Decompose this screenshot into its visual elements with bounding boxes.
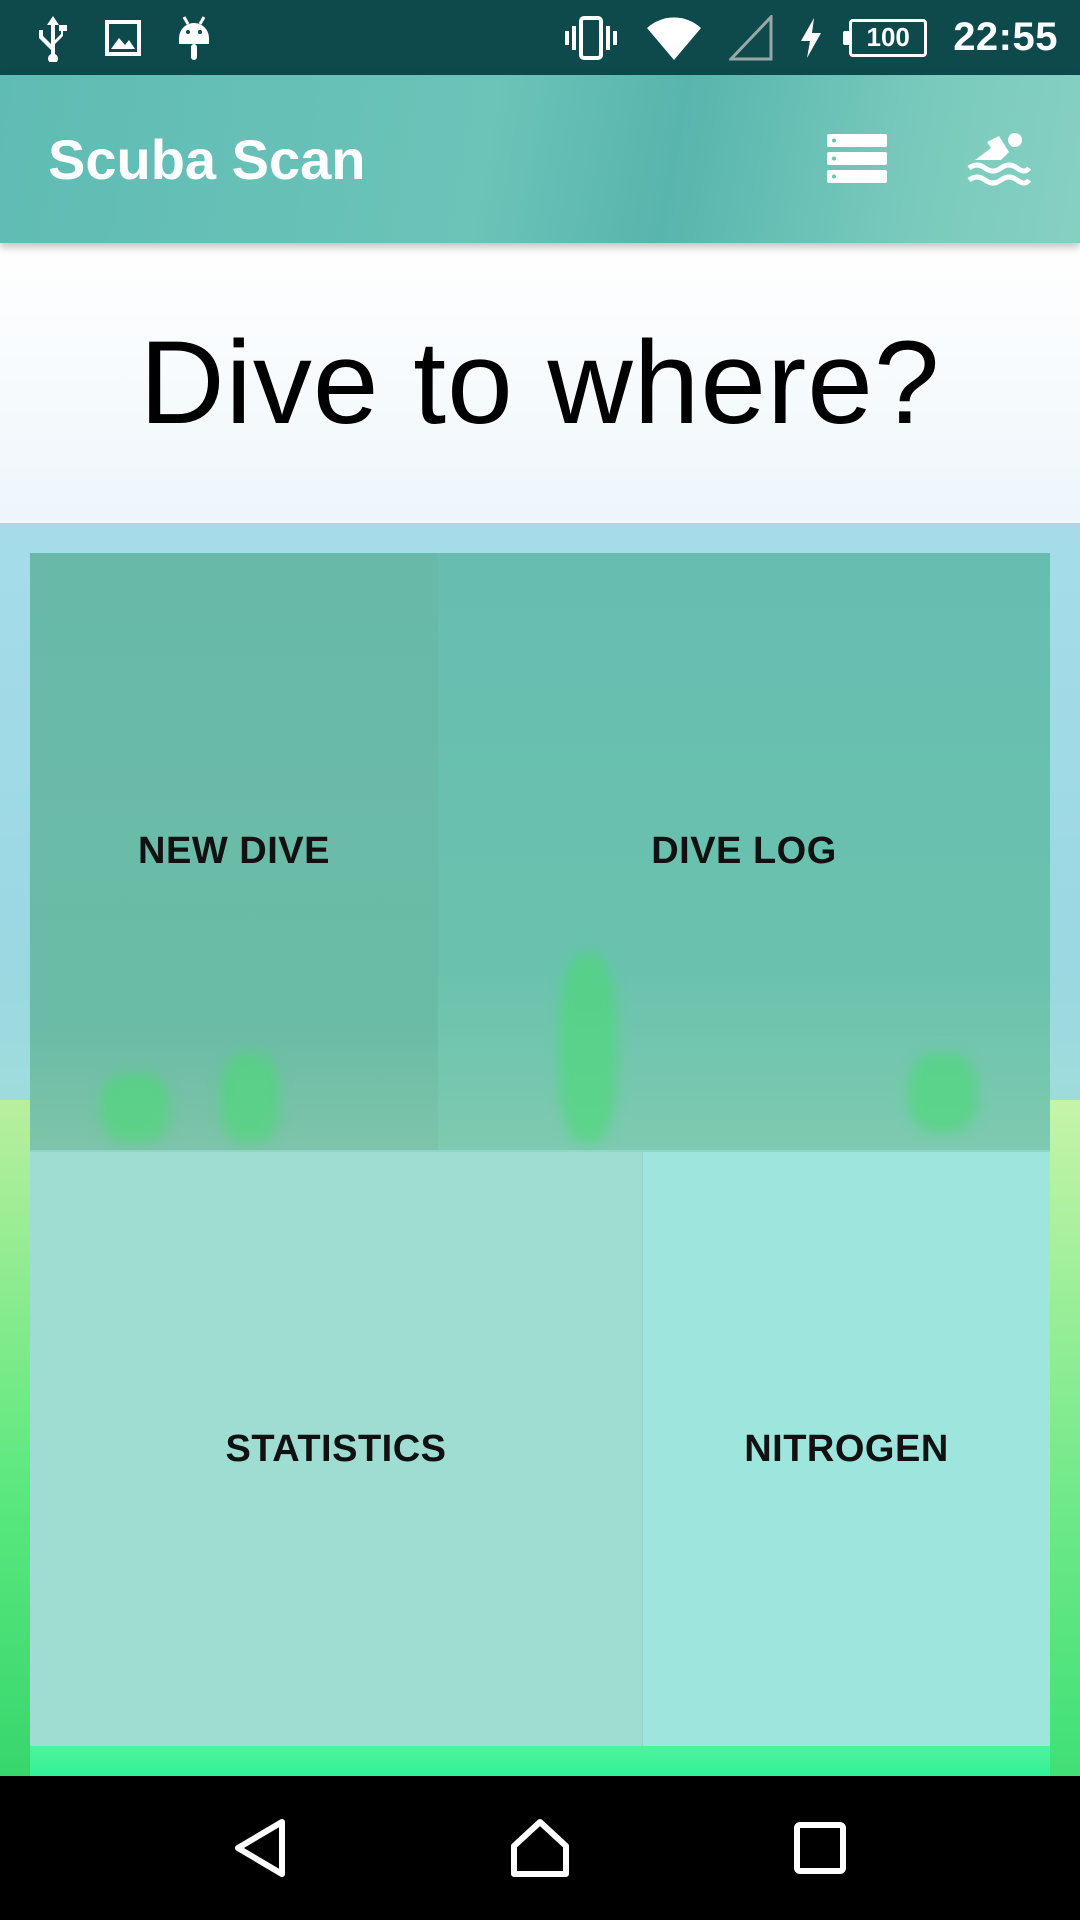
page-heading: Dive to where? bbox=[139, 317, 941, 449]
status-bar-left bbox=[36, 14, 246, 62]
battery-level: 100 bbox=[866, 22, 910, 52]
usb-icon bbox=[36, 14, 70, 62]
wifi-icon bbox=[645, 14, 703, 62]
home-button[interactable] bbox=[485, 1793, 595, 1903]
swim-button[interactable] bbox=[954, 114, 1044, 204]
background-strip-left bbox=[0, 1100, 30, 1776]
home-icon bbox=[511, 1819, 569, 1877]
dive-list-button[interactable] bbox=[812, 114, 902, 204]
decorative-blob bbox=[100, 1073, 170, 1143]
decorative-blob bbox=[558, 953, 618, 1143]
navigation-bar bbox=[0, 1776, 1080, 1920]
screen: 100 22:55 Scuba Scan Dive to where? NEW … bbox=[0, 0, 1080, 1920]
vibrate-icon bbox=[563, 15, 619, 60]
clock: 22:55 bbox=[953, 15, 1058, 59]
android-icon bbox=[176, 14, 212, 62]
back-button[interactable] bbox=[205, 1793, 315, 1903]
image-icon bbox=[104, 19, 142, 57]
recents-icon bbox=[794, 1822, 846, 1874]
dive-log-label: DIVE LOG bbox=[651, 830, 837, 872]
new-dive-label: NEW DIVE bbox=[138, 830, 330, 872]
battery-icon: 100 bbox=[843, 18, 928, 57]
app-title: Scuba Scan bbox=[48, 127, 366, 191]
nitrogen-label: NITROGEN bbox=[744, 1427, 949, 1470]
nitrogen-tile[interactable]: NITROGEN bbox=[642, 1150, 1050, 1746]
statistics-label: STATISTICS bbox=[225, 1427, 447, 1470]
charging-icon bbox=[799, 17, 823, 59]
dive-log-tile[interactable]: DIVE LOG bbox=[438, 553, 1050, 1150]
background-strip-right bbox=[1050, 1100, 1080, 1776]
cell-signal-icon bbox=[729, 14, 773, 61]
app-bar: Scuba Scan bbox=[0, 75, 1080, 243]
heading-area: Dive to where? bbox=[0, 243, 1080, 523]
new-dive-tile[interactable]: NEW DIVE bbox=[30, 553, 438, 1150]
recents-button[interactable] bbox=[765, 1793, 875, 1903]
list-icon bbox=[827, 134, 887, 183]
swimmer-icon bbox=[967, 133, 1031, 186]
decorative-blob bbox=[908, 1053, 978, 1133]
statistics-tile[interactable]: STATISTICS bbox=[30, 1150, 642, 1746]
app-bar-actions bbox=[760, 114, 1044, 204]
back-icon bbox=[235, 1819, 285, 1877]
status-bar: 100 22:55 bbox=[0, 0, 1080, 75]
status-bar-right: 100 22:55 bbox=[537, 14, 1058, 62]
decorative-blob bbox=[220, 1053, 280, 1143]
